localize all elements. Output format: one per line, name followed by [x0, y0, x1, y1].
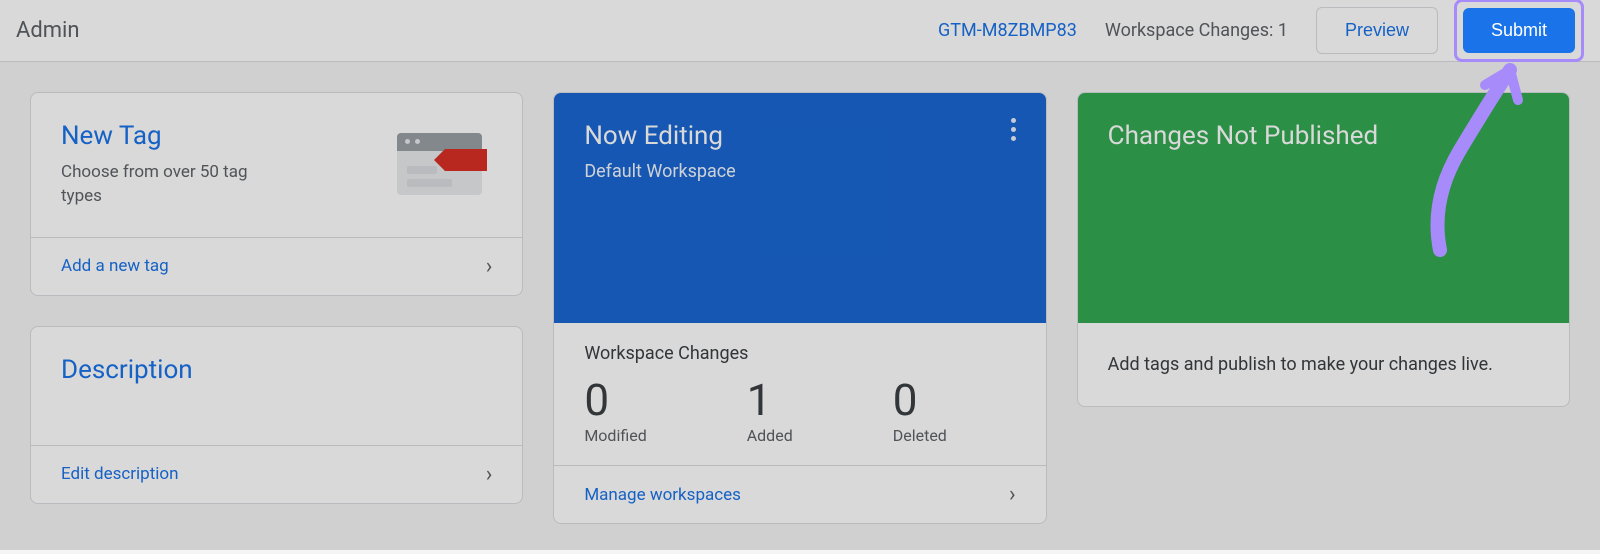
new-tag-card: New Tag Choose from over 50 tag types Ad… — [30, 92, 523, 296]
now-editing-workspace: Default Workspace — [584, 161, 1015, 182]
stat-added: 1 Added — [747, 374, 793, 445]
submit-button[interactable]: Submit — [1463, 8, 1575, 53]
workspace-changes-count: 1 — [1278, 20, 1288, 41]
workspace-changes-section: Workspace Changes 0 Modified 1 Added 0 D… — [554, 323, 1045, 465]
page-title: Admin — [16, 18, 80, 43]
chevron-right-icon: › — [486, 462, 493, 487]
workspace-changes-text: Workspace Changes: — [1105, 20, 1273, 41]
stat-modified: 0 Modified — [584, 374, 646, 445]
container-id-link[interactable]: GTM-M8ZBMP83 — [938, 20, 1077, 41]
workspace-changes-heading: Workspace Changes — [584, 343, 1015, 364]
top-header: Admin GTM-M8ZBMP83 Workspace Changes: 1 … — [0, 0, 1600, 62]
more-menu-icon[interactable] — [1002, 117, 1026, 141]
stats-row: 0 Modified 1 Added 0 Deleted — [584, 374, 1015, 445]
right-column: Changes Not Published Add tags and publi… — [1077, 92, 1570, 524]
manage-workspaces-action[interactable]: Manage workspaces › — [554, 465, 1045, 523]
changes-header: Changes Not Published — [1078, 93, 1569, 323]
left-column: New Tag Choose from over 50 tag types Ad… — [30, 92, 523, 524]
preview-button[interactable]: Preview — [1316, 7, 1438, 54]
stat-added-label: Added — [747, 426, 793, 445]
edit-description-action[interactable]: Edit description › — [31, 445, 522, 503]
stat-deleted-label: Deleted — [893, 426, 947, 445]
description-title: Description — [61, 355, 492, 385]
now-editing-header: Now Editing Default Workspace — [554, 93, 1045, 323]
new-tag-subtitle: Choose from over 50 tag types — [61, 161, 281, 209]
changes-body: Add tags and publish to make your change… — [1078, 323, 1569, 406]
dashboard-content: New Tag Choose from over 50 tag types Ad… — [0, 62, 1600, 554]
new-tag-body: New Tag Choose from over 50 tag types — [31, 93, 522, 237]
middle-column: Now Editing Default Workspace Workspace … — [553, 92, 1046, 524]
add-new-tag-action[interactable]: Add a new tag › — [31, 237, 522, 295]
stat-modified-label: Modified — [584, 426, 646, 445]
changes-not-published-card: Changes Not Published Add tags and publi… — [1077, 92, 1570, 407]
chevron-right-icon: › — [1009, 482, 1016, 507]
stat-deleted: 0 Deleted — [893, 374, 947, 445]
workspace-changes-label: Workspace Changes: 1 — [1105, 20, 1288, 41]
manage-workspaces-label: Manage workspaces — [584, 485, 741, 505]
changes-title: Changes Not Published — [1108, 121, 1539, 151]
chevron-right-icon: › — [486, 254, 493, 279]
description-card: Description Edit description › — [30, 326, 523, 504]
stat-deleted-value: 0 — [893, 374, 947, 426]
edit-description-label: Edit description — [61, 464, 179, 484]
now-editing-title: Now Editing — [584, 121, 1015, 151]
tag-icon — [397, 121, 482, 196]
new-tag-title: New Tag — [61, 121, 281, 151]
stat-modified-value: 0 — [584, 374, 646, 426]
submit-highlight-box: Submit — [1454, 0, 1584, 62]
stat-added-value: 1 — [747, 374, 793, 426]
now-editing-card: Now Editing Default Workspace Workspace … — [553, 92, 1046, 524]
add-new-tag-label: Add a new tag — [61, 256, 169, 276]
